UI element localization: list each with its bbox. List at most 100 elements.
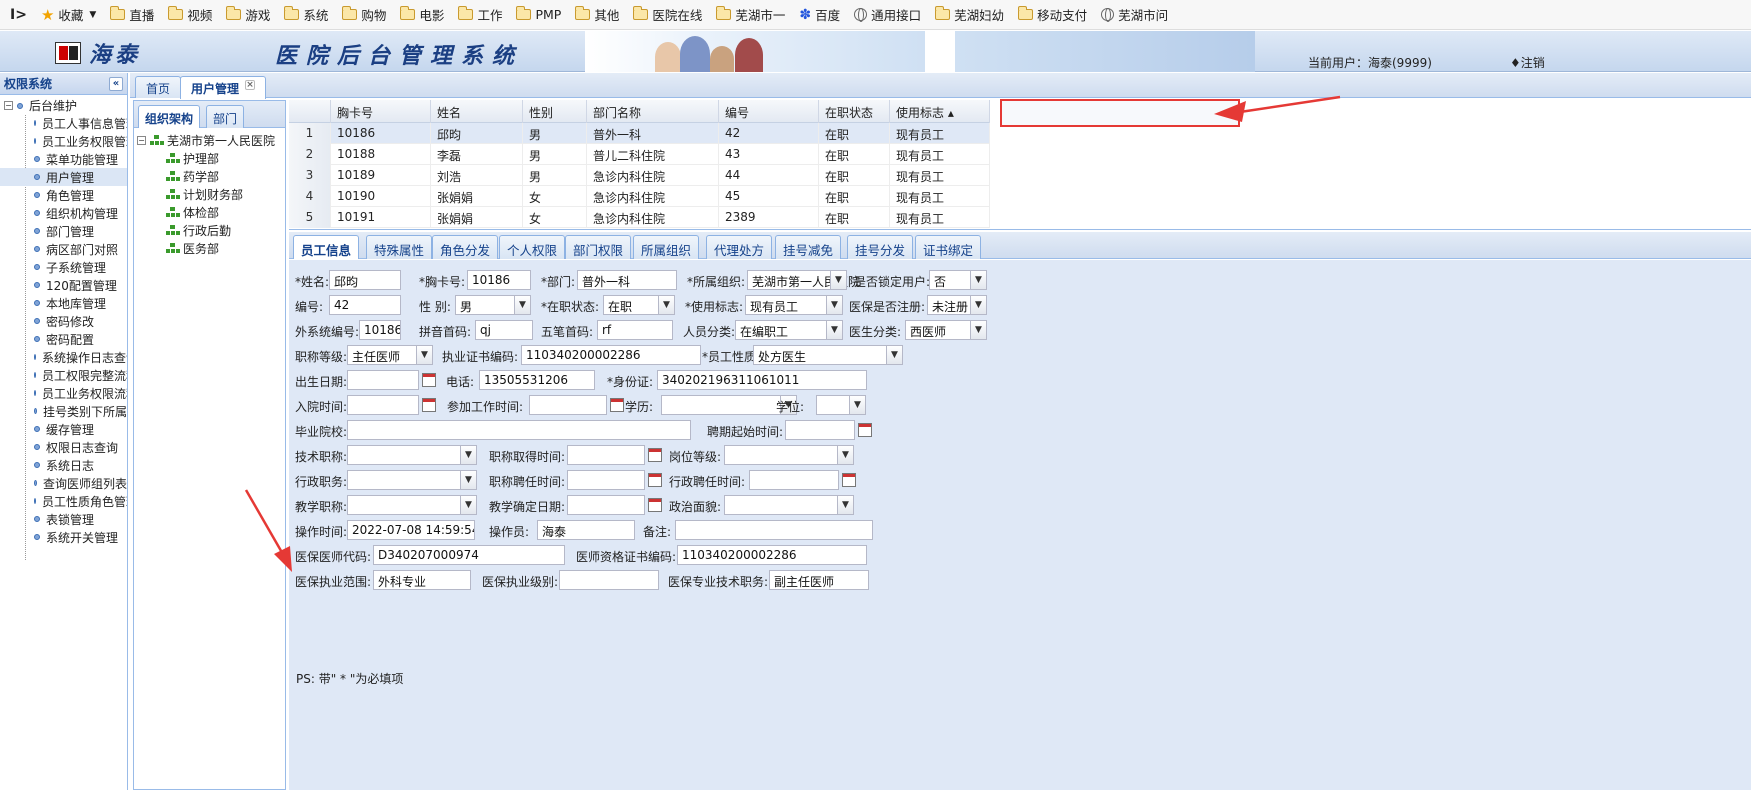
sidebar-menu-item[interactable]: 系统开关管理 bbox=[0, 528, 127, 546]
org-node[interactable]: 护理部 bbox=[134, 149, 285, 167]
sidebar-menu-item[interactable]: 系统操作日志查询 bbox=[0, 348, 127, 366]
status-select[interactable]: 在职 ▼ bbox=[603, 295, 675, 315]
bookmark-folder[interactable]: 购物 bbox=[341, 5, 386, 24]
grid-column-header[interactable]: 性别 bbox=[523, 100, 587, 123]
bookmark-folder[interactable]: 工作 bbox=[457, 5, 502, 24]
wubi-field[interactable]: rf bbox=[597, 320, 673, 340]
collapse-node-icon[interactable]: − bbox=[4, 101, 13, 110]
chevron-down-icon[interactable]: ▼ bbox=[837, 495, 854, 515]
calendar-icon[interactable] bbox=[422, 373, 436, 387]
form-tab[interactable]: 代理处方 bbox=[706, 235, 773, 259]
bookmark-favorites[interactable]: ★ 收藏 ▼ bbox=[41, 5, 96, 24]
operator-field[interactable]: 海泰 bbox=[537, 520, 635, 540]
calendar-icon[interactable] bbox=[858, 423, 872, 437]
form-tab[interactable]: 个人权限 bbox=[499, 235, 566, 259]
sidebar-menu-item[interactable]: 用户管理 bbox=[0, 168, 127, 186]
form-tab[interactable]: 挂号分发 bbox=[847, 235, 914, 259]
teach-select[interactable]: ▼ bbox=[347, 495, 477, 515]
bookmark-link[interactable]: 通用接口 bbox=[854, 5, 921, 24]
chevron-down-icon[interactable]: ▼ bbox=[970, 320, 987, 340]
bookmark-folder[interactable]: 游戏 bbox=[225, 5, 270, 24]
grid-column-header[interactable]: 胸卡号 bbox=[331, 100, 431, 123]
bookmark-folder[interactable]: 芜湖市一 bbox=[715, 5, 785, 24]
gender-select[interactable]: 男 ▼ bbox=[455, 295, 531, 315]
bookmark-folder[interactable]: 直播 bbox=[109, 5, 154, 24]
sidebar-menu-item[interactable]: 挂号类别下所属 bbox=[0, 402, 127, 420]
sidebar-menu-item[interactable]: 权限日志查询 bbox=[0, 438, 127, 456]
admin-select[interactable]: ▼ bbox=[347, 470, 477, 490]
hire-date-field[interactable] bbox=[785, 420, 872, 440]
grid-column-header[interactable] bbox=[289, 100, 331, 123]
remark-field[interactable] bbox=[675, 520, 873, 540]
form-tab[interactable]: 部门权限 bbox=[565, 235, 632, 259]
nature-select[interactable]: 处方医生 ▼ bbox=[753, 345, 903, 365]
scope-field[interactable]: 外科专业 bbox=[373, 570, 471, 590]
sidebar-menu-item[interactable]: 部门管理 bbox=[0, 222, 127, 240]
chevron-down-icon[interactable]: ▼ bbox=[849, 395, 866, 415]
close-icon[interactable]: × bbox=[245, 80, 256, 90]
admin-hire-date-field[interactable] bbox=[749, 470, 856, 490]
table-row[interactable]: 4 10190 张娟娟女急诊内科住院 45 在职 现有员工 bbox=[289, 186, 990, 207]
calendar-icon[interactable] bbox=[610, 398, 624, 412]
sidebar-menu-item[interactable]: 角色管理 bbox=[0, 186, 127, 204]
tree-root[interactable]: − 后台维护 bbox=[0, 97, 127, 114]
id-field[interactable]: 340202196311061011 bbox=[657, 370, 867, 390]
calendar-icon[interactable] bbox=[842, 473, 856, 487]
chevron-down-icon[interactable]: ▼ bbox=[460, 470, 477, 490]
birth-date-field[interactable] bbox=[347, 370, 436, 390]
title-hire-date-field[interactable] bbox=[567, 470, 662, 490]
form-tab[interactable]: 特殊属性 bbox=[366, 235, 433, 259]
qual-field[interactable]: 110340200002286 bbox=[677, 545, 867, 565]
chevron-down-icon[interactable]: ▼ bbox=[830, 270, 847, 290]
bookmark-baidu[interactable]: ✽ 百度 bbox=[799, 5, 840, 24]
org-node[interactable]: 药学部 bbox=[134, 167, 285, 185]
sidebar-menu-item[interactable]: 表锁管理 bbox=[0, 510, 127, 528]
table-row[interactable]: 5 10191 张娟娟女急诊内科住院 2389 在职 现有员工 bbox=[289, 207, 990, 228]
optime-field[interactable]: 2022-07-08 14:59:54 bbox=[347, 520, 475, 540]
card-field[interactable]: 10186 bbox=[467, 270, 531, 290]
join-date-field[interactable] bbox=[347, 395, 436, 415]
chevron-down-icon[interactable]: ▼ bbox=[826, 295, 843, 315]
sidebar-menu-item[interactable]: 查询医师组列表 bbox=[0, 474, 127, 492]
form-tab[interactable]: 证书绑定 bbox=[915, 235, 982, 259]
bookmark-folder[interactable]: 视频 bbox=[167, 5, 212, 24]
sidebar-menu-item[interactable]: 组织机构管理 bbox=[0, 204, 127, 222]
org-node[interactable]: 计划财务部 bbox=[134, 185, 285, 203]
ext-no-field[interactable]: 10186 bbox=[359, 320, 401, 340]
post-select[interactable]: ▼ bbox=[724, 445, 854, 465]
chevron-down-icon[interactable]: ▼ bbox=[460, 495, 477, 515]
org-root-node[interactable]: − 芜湖市第一人民医院 bbox=[134, 131, 285, 149]
sidebar-menu-item[interactable]: 密码修改 bbox=[0, 312, 127, 330]
chevron-down-icon[interactable]: ▼ bbox=[837, 445, 854, 465]
license-field[interactable]: 110340200002286 bbox=[521, 345, 701, 365]
sidebar-menu-item[interactable]: 密码配置 bbox=[0, 330, 127, 348]
org-node[interactable]: 医务部 bbox=[134, 239, 285, 257]
sidebar-menu-item[interactable]: 员工业务权限管理 bbox=[0, 132, 127, 150]
collapse-icon[interactable]: « bbox=[109, 76, 123, 91]
chevron-down-icon[interactable]: ▼ bbox=[886, 345, 903, 365]
tab-user-management[interactable]: 用户管理 × bbox=[180, 76, 267, 99]
ins-reg-select[interactable]: 未注册 ▼ bbox=[927, 295, 987, 315]
work-date-field[interactable] bbox=[529, 395, 624, 415]
rank-select[interactable]: 主任医师 ▼ bbox=[347, 345, 433, 365]
usage-select[interactable]: 现有员工 ▼ bbox=[745, 295, 843, 315]
sidebar-menu-item[interactable]: 缓存管理 bbox=[0, 420, 127, 438]
sidebar-menu-item[interactable]: 员工业务权限流程 bbox=[0, 384, 127, 402]
grid-column-header[interactable]: 部门名称 bbox=[587, 100, 719, 123]
grid-column-header[interactable]: 编号 bbox=[719, 100, 819, 123]
teach-date-date-field[interactable] bbox=[567, 495, 662, 515]
doc-cat-select[interactable]: 西医师 ▼ bbox=[905, 320, 987, 340]
form-tab[interactable]: 角色分发 bbox=[432, 235, 499, 259]
org-node[interactable]: 行政后勤 bbox=[134, 221, 285, 239]
sidebar-menu-item[interactable]: 员工权限完整流程 bbox=[0, 366, 127, 384]
sidebar-menu-item[interactable]: 员工人事信息管理 bbox=[0, 114, 127, 132]
bookmark-folder[interactable]: 系统 bbox=[283, 5, 328, 24]
pinyin-field[interactable]: qj bbox=[475, 320, 533, 340]
sidebar-menu-item[interactable]: 子系统管理 bbox=[0, 258, 127, 276]
grid-column-header[interactable]: 姓名 bbox=[431, 100, 523, 123]
table-row[interactable]: 2 10188 李磊男普儿二科住院 43 在职 现有员工 bbox=[289, 144, 990, 165]
grid-column-header[interactable]: 使用标志 ▴ bbox=[890, 100, 990, 123]
chevron-down-icon[interactable]: ▼ bbox=[416, 345, 433, 365]
bookmark-link[interactable]: 芜湖市问 bbox=[1101, 5, 1168, 24]
degree-select[interactable]: ▼ bbox=[816, 395, 866, 415]
